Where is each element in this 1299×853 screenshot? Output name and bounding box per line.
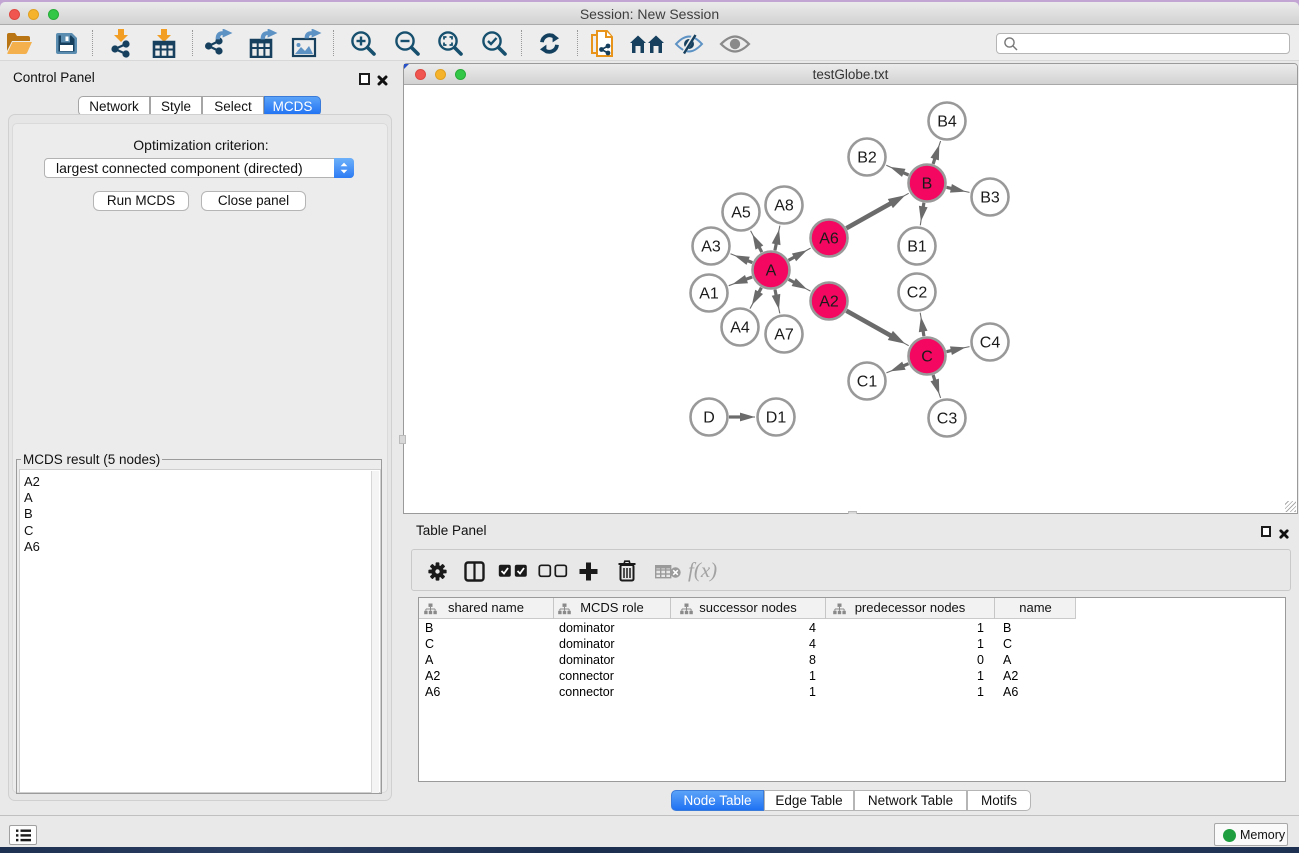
svg-text:C1: C1 (857, 374, 878, 391)
svg-text:A1: A1 (699, 286, 719, 303)
svg-text:C: C (921, 349, 933, 366)
svg-text:C2: C2 (907, 285, 928, 302)
svg-text:A3: A3 (701, 239, 721, 256)
svg-text:A5: A5 (731, 205, 751, 222)
svg-text:A7: A7 (774, 327, 794, 344)
svg-text:A2: A2 (819, 294, 839, 311)
svg-text:A: A (766, 263, 777, 280)
svg-text:C4: C4 (980, 335, 1001, 352)
svg-text:B: B (922, 176, 933, 193)
svg-text:A4: A4 (730, 320, 750, 337)
svg-text:D: D (703, 410, 715, 427)
svg-text:C3: C3 (937, 411, 958, 428)
svg-text:A6: A6 (819, 231, 839, 248)
svg-text:B3: B3 (980, 190, 1000, 207)
svg-text:B2: B2 (857, 150, 877, 167)
svg-text:D1: D1 (766, 410, 787, 427)
svg-text:A8: A8 (774, 198, 794, 215)
svg-text:B1: B1 (907, 239, 927, 256)
svg-text:B4: B4 (937, 114, 957, 131)
